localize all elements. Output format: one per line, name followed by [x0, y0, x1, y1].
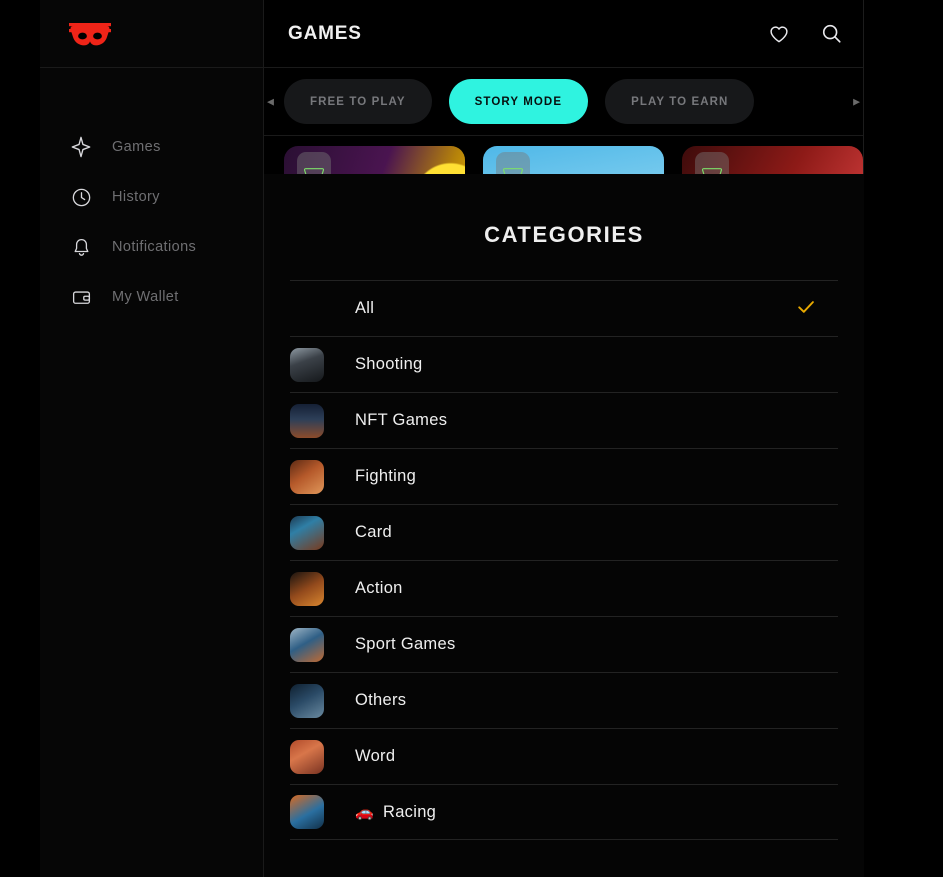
- category-label: All: [355, 299, 375, 317]
- category-row-shooting[interactable]: Shooting: [290, 336, 838, 392]
- filter-pill-play-to-earn[interactable]: PLAY TO EARN: [605, 79, 755, 124]
- category-label: Sport Games: [355, 635, 456, 653]
- filter-bar: ◀ FREE TO PLAY STORY MODE PLAY TO EARN ▶: [264, 68, 863, 136]
- sidebar: Games History Notifications My Wallet: [40, 0, 264, 877]
- category-thumbnail: [290, 515, 324, 550]
- sparkle-icon: [69, 135, 93, 159]
- category-row-nft-games[interactable]: NFT Games: [290, 392, 838, 448]
- mask-logo[interactable]: [69, 21, 111, 47]
- main-column: GAMES ◀ FREE TO PLAY STORY MODE PLAY TO …: [264, 0, 864, 877]
- filter-pill-free-to-play[interactable]: FREE TO PLAY: [284, 79, 432, 124]
- category-row-fighting[interactable]: Fighting: [290, 448, 838, 504]
- sidebar-nav: Games History Notifications My Wallet: [40, 68, 263, 322]
- category-row-all[interactable]: All: [290, 280, 838, 336]
- category-label: Action: [355, 579, 403, 597]
- sidebar-item-label: History: [112, 189, 160, 205]
- top-bar: GAMES: [264, 0, 863, 68]
- category-thumbnail: [290, 683, 324, 718]
- category-row-action[interactable]: Action: [290, 560, 838, 616]
- page-title: GAMES: [288, 22, 362, 44]
- category-label: Racing: [382, 802, 437, 821]
- sidebar-logo-area: [40, 0, 263, 68]
- category-thumbnail: [290, 739, 324, 774]
- category-label: Fighting: [355, 467, 417, 485]
- category-label: Card: [355, 523, 392, 541]
- category-label: Word: [355, 747, 396, 765]
- category-thumbnail: [290, 571, 324, 606]
- app-root: Games History Notifications My Wallet GA…: [0, 0, 943, 877]
- scroll-right-arrow[interactable]: ▶: [853, 97, 860, 106]
- heart-icon[interactable]: [767, 22, 791, 46]
- clock-icon: [69, 185, 93, 209]
- sidebar-item-label: My Wallet: [112, 289, 179, 305]
- category-row-others[interactable]: Others: [290, 672, 838, 728]
- category-thumbnail: [290, 292, 324, 326]
- category-thumbnail: [290, 403, 324, 438]
- category-row-sport-games[interactable]: Sport Games: [290, 616, 838, 672]
- car-icon: 🚗: [355, 804, 374, 821]
- sidebar-item-games[interactable]: Games: [40, 122, 263, 172]
- sidebar-item-notifications[interactable]: Notifications: [40, 222, 263, 272]
- top-bar-actions: [767, 22, 843, 46]
- filter-pill-story-mode[interactable]: STORY MODE: [448, 79, 589, 124]
- check-icon: [796, 297, 816, 321]
- category-thumbnail: [290, 627, 324, 662]
- sidebar-item-label: Notifications: [112, 239, 197, 255]
- category-label: Others: [355, 691, 407, 709]
- sidebar-item-label: Games: [112, 139, 161, 155]
- categories-modal: CATEGORIES All Shooting NFT Games Fighti…: [264, 174, 864, 877]
- category-thumbnail: [290, 459, 324, 494]
- category-label-wrap: 🚗 Racing: [355, 803, 436, 822]
- sidebar-item-my-wallet[interactable]: My Wallet: [40, 272, 263, 322]
- sidebar-item-history[interactable]: History: [40, 172, 263, 222]
- bell-icon: [69, 235, 93, 259]
- category-row-racing[interactable]: 🚗 Racing: [290, 784, 838, 840]
- category-label: Shooting: [355, 355, 423, 373]
- category-row-card[interactable]: Card: [290, 504, 838, 560]
- category-row-word[interactable]: Word: [290, 728, 838, 784]
- modal-title: CATEGORIES: [484, 222, 644, 247]
- category-thumbnail: [290, 347, 324, 382]
- wallet-icon: [69, 285, 93, 309]
- search-icon[interactable]: [819, 22, 843, 46]
- scroll-left-arrow[interactable]: ◀: [267, 97, 274, 106]
- category-list: All Shooting NFT Games Fighting Card Act…: [264, 280, 864, 840]
- category-thumbnail: [290, 795, 324, 829]
- category-label: NFT Games: [355, 411, 448, 429]
